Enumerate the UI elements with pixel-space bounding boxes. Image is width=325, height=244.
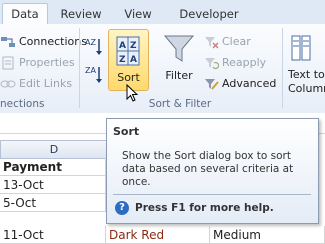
advanced-filter-icon bbox=[203, 77, 219, 91]
connections-group-label: nections bbox=[0, 98, 45, 110]
sort-button[interactable]: A Z Z A Sort bbox=[108, 29, 149, 91]
text-to-columns-button[interactable]: Text to Column bbox=[286, 32, 325, 95]
svg-text:Z: Z bbox=[119, 55, 126, 65]
sort-a-to-z-icon: AZ bbox=[85, 38, 102, 55]
filter-button[interactable]: Filter bbox=[160, 32, 198, 92]
help-icon: ? bbox=[115, 201, 129, 215]
sort-z-to-a-button[interactable]: ZA bbox=[84, 64, 104, 86]
group-separator bbox=[282, 28, 283, 108]
text-to-columns-label-2: Column bbox=[288, 82, 325, 95]
connections-label: Connections bbox=[19, 35, 87, 48]
sort-z-to-a-icon: ZA bbox=[85, 66, 102, 83]
cell-payment[interactable]: 5-Oct bbox=[0, 194, 106, 212]
svg-text:Z: Z bbox=[130, 41, 137, 51]
tooltip-help-text: Press F1 for more help. bbox=[135, 202, 274, 214]
connections-button[interactable]: Connections bbox=[0, 33, 87, 51]
properties-icon bbox=[0, 56, 16, 70]
clear-filter-button[interactable]: Clear bbox=[203, 33, 251, 51]
ribbon: Connections Properties Edit Links nectio… bbox=[0, 24, 325, 114]
tooltip-divider bbox=[113, 194, 311, 195]
edit-links-label: Edit Links bbox=[19, 77, 73, 90]
svg-text:AZ: AZ bbox=[85, 38, 96, 47]
sort-label: Sort bbox=[117, 71, 140, 84]
edit-links-icon bbox=[0, 77, 16, 91]
connections-icon bbox=[0, 35, 16, 49]
cell-size[interactable]: Medium bbox=[210, 226, 325, 244]
advanced-filter-button[interactable]: Advanced bbox=[203, 75, 276, 93]
tooltip-help: ? Press F1 for more help. bbox=[115, 201, 274, 215]
filter-funnel-icon bbox=[163, 35, 195, 62]
cell-color[interactable]: Dark Red bbox=[106, 226, 210, 244]
tab-review[interactable]: Review bbox=[58, 4, 104, 24]
group-separator bbox=[79, 28, 80, 108]
cell-payment[interactable]: 11-Oct bbox=[0, 226, 106, 244]
svg-text:A: A bbox=[119, 41, 126, 51]
text-to-columns-label-1: Text to bbox=[288, 68, 325, 81]
tooltip-description: Show the Sort dialog box to sort data ba… bbox=[122, 150, 294, 188]
filter-label: Filter bbox=[165, 69, 193, 82]
reapply-button[interactable]: Reapply bbox=[203, 54, 266, 72]
sort-dialog-icon: A Z Z A bbox=[116, 36, 140, 66]
tab-developer[interactable]: Developer bbox=[176, 4, 242, 24]
svg-text:ZA: ZA bbox=[85, 66, 96, 75]
svg-text:A: A bbox=[130, 55, 137, 65]
edit-links-button[interactable]: Edit Links bbox=[0, 75, 72, 93]
tooltip-title: Sort bbox=[113, 125, 140, 138]
properties-label: Properties bbox=[19, 56, 75, 69]
tab-data[interactable]: Data bbox=[2, 3, 48, 25]
reapply-label: Reapply bbox=[222, 56, 267, 69]
clear-filter-icon bbox=[203, 35, 219, 49]
cell-payment[interactable]: 13-Oct bbox=[0, 176, 106, 194]
clear-label: Clear bbox=[222, 35, 251, 48]
sort-tooltip: Sort Show the Sort dialog box to sort da… bbox=[106, 118, 319, 224]
sort-a-to-z-button[interactable]: AZ bbox=[84, 36, 104, 58]
cell-payment-header[interactable]: Payment bbox=[0, 158, 106, 176]
advanced-label: Advanced bbox=[222, 77, 277, 90]
properties-button[interactable]: Properties bbox=[0, 54, 75, 72]
ribbon-tab-bar: Data Review View Developer bbox=[0, 0, 325, 25]
sort-filter-group-label: Sort & Filter bbox=[148, 98, 212, 110]
tab-view[interactable]: View bbox=[120, 4, 156, 24]
reapply-icon bbox=[203, 56, 220, 70]
column-header-d[interactable]: D bbox=[0, 140, 108, 159]
text-to-columns-icon bbox=[291, 35, 311, 61]
